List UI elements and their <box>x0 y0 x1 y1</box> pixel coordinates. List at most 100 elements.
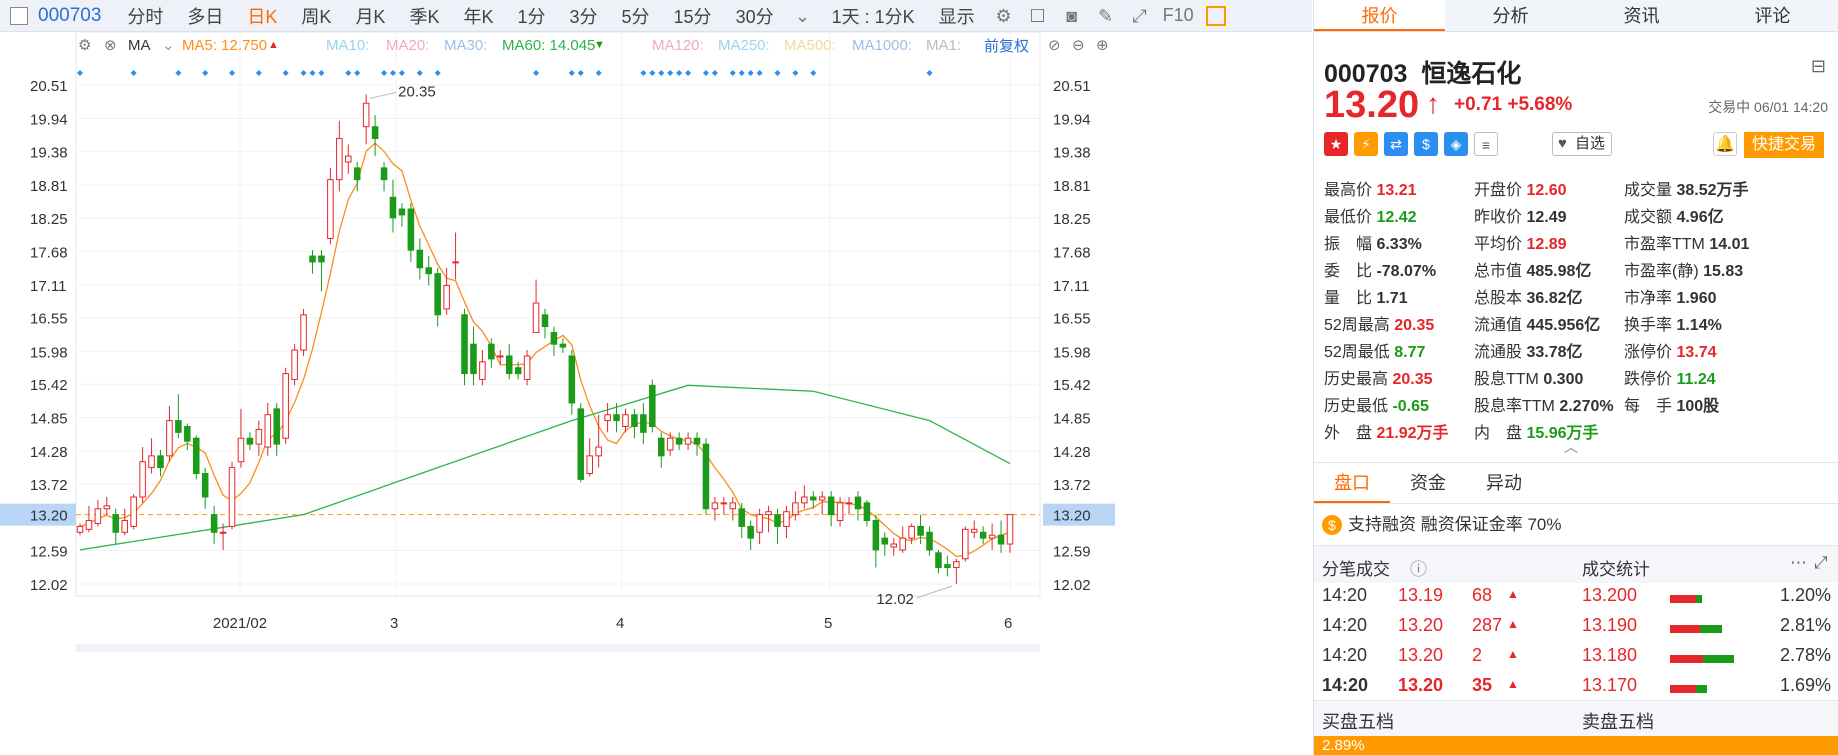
kline-chart-area[interactable]: 20.51 20.51 19.94 19.94 19.38 19.38 18.81 18.81… <box>0 31 1312 755</box>
period-2[interactable]: 日K <box>247 3 277 29</box>
note-icon[interactable]: ≡ <box>1474 132 1498 156</box>
candle-body <box>970 528 978 533</box>
candle-body <box>783 511 790 527</box>
ma1000-value: MA1000: <box>852 36 913 54</box>
dollar-icon[interactable]: $ <box>1414 132 1438 156</box>
stat-price: 13.190 <box>1582 615 1638 635</box>
camera-icon[interactable]: ◙ <box>1061 6 1083 26</box>
period-10[interactable]: 15分 <box>674 3 712 29</box>
shuffle-icon[interactable]: ⇄ <box>1384 132 1408 156</box>
y-tick-label-left: 13.20 <box>30 508 68 525</box>
candle-body <box>693 437 701 445</box>
period-4[interactable]: 月K <box>355 3 385 29</box>
quote-field: 换手率 1.14% <box>1624 311 1722 335</box>
candle-body <box>112 514 120 533</box>
help-icon[interactable]: ⓘ <box>1410 555 1427 580</box>
sidebar-toggle-icon[interactable] <box>10 6 28 25</box>
chevron-down-icon[interactable]: ⌄ <box>162 36 175 54</box>
quote-row: 52周最低 8.77 流通股 33.78亿 涨停价 13.74 <box>1324 338 1834 365</box>
field-value: -78.07% <box>1376 263 1437 280</box>
zoom-out-icon[interactable]: ⊖ <box>1072 36 1085 54</box>
field-value: 13.74 <box>1676 344 1717 361</box>
quote-field: 市盈率TTM 14.01 <box>1624 230 1749 254</box>
candle-body <box>353 167 361 181</box>
collapse-icon[interactable]: ⊘ <box>1048 36 1061 54</box>
settings-icon[interactable]: ⚙ <box>78 36 91 54</box>
stock-code[interactable]: 000703 <box>38 5 101 27</box>
gear-icon[interactable]: ⚙ <box>993 6 1015 26</box>
pencil-icon[interactable]: ✎ <box>1095 6 1117 26</box>
x-tick-label: 4 <box>616 615 624 632</box>
expand-icon[interactable]: ⤢ <box>1814 553 1828 573</box>
period-6[interactable]: 年K <box>463 3 493 29</box>
quote-row: 历史最低 -0.65 股息率TTM 2.270% 每 手 100股 <box>1324 392 1834 419</box>
candle-body <box>881 537 889 545</box>
margin-info: $ 支持融资 融资保证金率 70% <box>1322 510 1561 535</box>
x-tick-label: 3 <box>390 615 398 632</box>
f10-button[interactable]: F10 <box>1163 5 1194 26</box>
tab-analysis[interactable]: 分析 <box>1445 0 1576 31</box>
quick-trade-button[interactable]: 快捷交易 <box>1743 132 1824 158</box>
fullscreen-icon[interactable]: ⤢ <box>1129 6 1151 26</box>
quote-field: 股息率TTM 2.270% <box>1474 392 1614 416</box>
collapse-chevron-icon[interactable]: ︿ <box>1564 437 1578 457</box>
kline-chart[interactable]: 20.51 20.51 19.94 19.94 19.38 19.38 18.81 18.81… <box>0 31 1312 755</box>
up-triangle-icon: ▲ <box>1507 647 1519 661</box>
chevron-down-icon[interactable]: ⌄ <box>792 6 814 26</box>
high-annotation: 20.35 <box>398 83 436 100</box>
candle-body <box>944 564 951 569</box>
tag-icon[interactable]: ◈ <box>1444 132 1468 156</box>
close-icon[interactable]: ⊗ <box>104 36 117 54</box>
period-8[interactable]: 3分 <box>570 3 598 29</box>
china-flag-icon[interactable]: ★ <box>1324 132 1348 156</box>
candle-body <box>237 437 245 463</box>
ma-label[interactable]: MA <box>128 37 151 54</box>
field-label: 52周最低 <box>1324 344 1395 361</box>
field-label: 52周最高 <box>1324 317 1395 334</box>
tab-quote[interactable]: 报价 <box>1314 0 1445 31</box>
period-3[interactable]: 周K <box>301 3 331 29</box>
candle-body <box>801 496 808 504</box>
field-label: 市盈率(静) <box>1624 263 1704 280</box>
candle-body <box>774 514 781 527</box>
field-value: -0.65 <box>1392 398 1429 415</box>
y-tick-label-right: 17.11 <box>1053 278 1089 295</box>
y-tick-label-left: 12.59 <box>30 543 68 560</box>
trade-cell: 14:20 <box>1322 675 1369 695</box>
candle-body <box>738 508 746 527</box>
tab-depth[interactable]: 盘口 <box>1314 463 1390 503</box>
more-icon[interactable]: ⋯ <box>1790 553 1807 573</box>
panel-layout-icon[interactable] <box>1205 5 1226 26</box>
field-label: 市净率 <box>1624 290 1677 307</box>
quote-field: 市净率 1.960 <box>1624 284 1717 308</box>
tab-anomaly[interactable]: 异动 <box>1466 463 1542 503</box>
tab-fund[interactable]: 资金 <box>1390 463 1466 503</box>
period-7[interactable]: 1分 <box>517 3 545 29</box>
candle-body <box>148 455 155 469</box>
lightning-icon[interactable]: ⚡ <box>1354 132 1378 156</box>
candle-body <box>926 531 933 551</box>
panel-menu-icon[interactable]: ⊟ <box>1811 56 1826 77</box>
quote-field: 市盈率(静) 15.83 <box>1624 257 1743 281</box>
trade-stats-list: 13.200 1.20% 13.190 2.81% 13.180 2.78% 13.170 1… <box>1582 583 1837 703</box>
period-0[interactable]: 分时 <box>127 3 163 29</box>
period-9[interactable]: 5分 <box>622 3 650 29</box>
tab-comments[interactable]: 评论 <box>1707 0 1838 31</box>
period-1[interactable]: 多日 <box>187 3 223 29</box>
candle-body <box>953 561 960 569</box>
add-watchlist-button[interactable]: ♥ 自选 <box>1552 132 1613 156</box>
period-5[interactable]: 季K <box>409 3 439 29</box>
stat-bar-red <box>1670 655 1703 663</box>
y-tick-label-right: 12.02 <box>1053 577 1091 594</box>
square-select-icon[interactable]: ☐ <box>1027 6 1049 26</box>
cycle-select[interactable]: 1天 : 1分K <box>832 3 915 29</box>
zoom-in-icon[interactable]: ⊕ <box>1096 36 1109 54</box>
y-tick-label-right: 13.20 <box>1053 508 1091 525</box>
trade-row: 14:20 13.19 68 ▲ <box>1322 583 1542 613</box>
candle-body <box>532 302 540 333</box>
bell-icon[interactable]: 🔔 <box>1713 132 1737 156</box>
tab-news[interactable]: 资讯 <box>1576 0 1707 31</box>
display-select[interactable]: 显示 <box>939 3 975 29</box>
period-11[interactable]: 30分 <box>736 3 774 29</box>
adjust-select[interactable]: 前复权 <box>984 35 1029 56</box>
